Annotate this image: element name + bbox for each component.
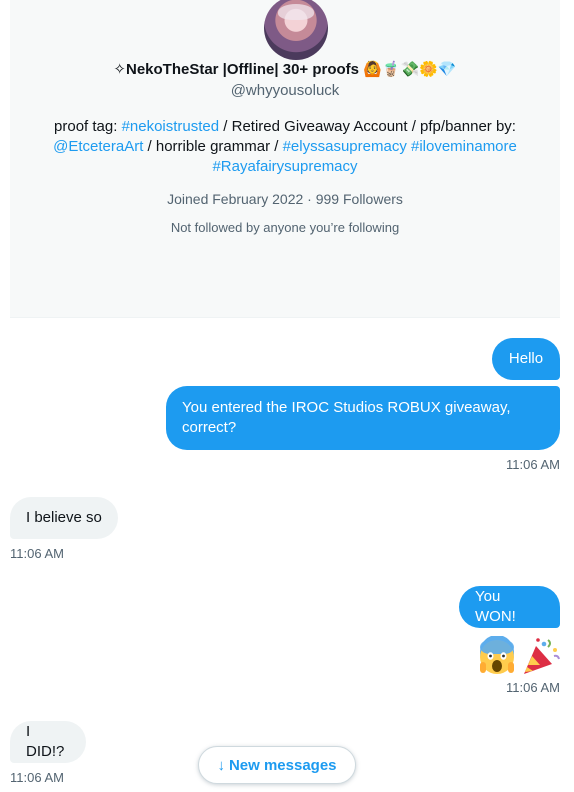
message-text: You entered the IROC Studios ROBUX givea… [182,399,511,436]
message-text: Hello [508,350,544,367]
message-bubble-sent[interactable]: Hello [492,338,560,380]
arrow-down-icon: ↓ [217,756,225,774]
hashtag-link[interactable]: #nekoistrusted [122,118,220,135]
joined-followers: Joined February 2022 · 999 Followers [167,191,403,207]
message-text: I DID!? [26,723,65,760]
mention-link[interactable]: @EtceteraArt [53,138,143,155]
hashtag-link[interactable]: #elyssasupremacy [283,138,407,155]
message-bubble-sent[interactable]: You WON! [459,586,560,628]
bio-text: / Retired Giveaway Account / pfp/banner … [219,118,516,135]
message-bubble-received[interactable]: I believe so [10,497,118,539]
hashtag-link[interactable]: #Rayafairysupremacy [212,158,357,175]
party-popper-icon [524,638,560,674]
bio-text: proof tag: [54,118,122,135]
message-text: You WON! [475,588,516,625]
message-timestamp: 11:06 AM [10,546,64,561]
message-timestamp: 11:06 AM [506,680,560,695]
new-messages-label: New messages [228,756,337,774]
bio-text: / horrible grammar / [143,138,283,155]
message-timestamp: 11:06 AM [506,457,560,472]
avatar[interactable] [264,0,328,60]
profile-bio: proof tag: #nekoistrusted / Retired Give… [10,117,560,177]
message-text: I believe so [26,509,102,526]
emoji-message[interactable] [478,635,562,676]
profile-handle[interactable]: @whyyousoluck [10,81,560,101]
message-bubble-received[interactable]: I DID!? [10,721,86,763]
hashtag-link[interactable]: #iloveminamore [411,138,517,155]
profile-card: ✧NekoTheStar |Offline| 30+ proofs 🙆🧋💸🌼💎 … [10,0,560,318]
followed-by-text: Not followed by anyone you’re following [170,220,400,235]
profile-display-name[interactable]: ✧NekoTheStar |Offline| 30+ proofs 🙆🧋💸🌼💎 [10,60,560,80]
screaming-face-icon [480,635,514,674]
message-timestamp: 11:06 AM [10,770,64,785]
message-bubble-sent[interactable]: You entered the IROC Studios ROBUX givea… [166,386,560,450]
new-messages-button[interactable]: ↓ New messages [198,746,356,784]
